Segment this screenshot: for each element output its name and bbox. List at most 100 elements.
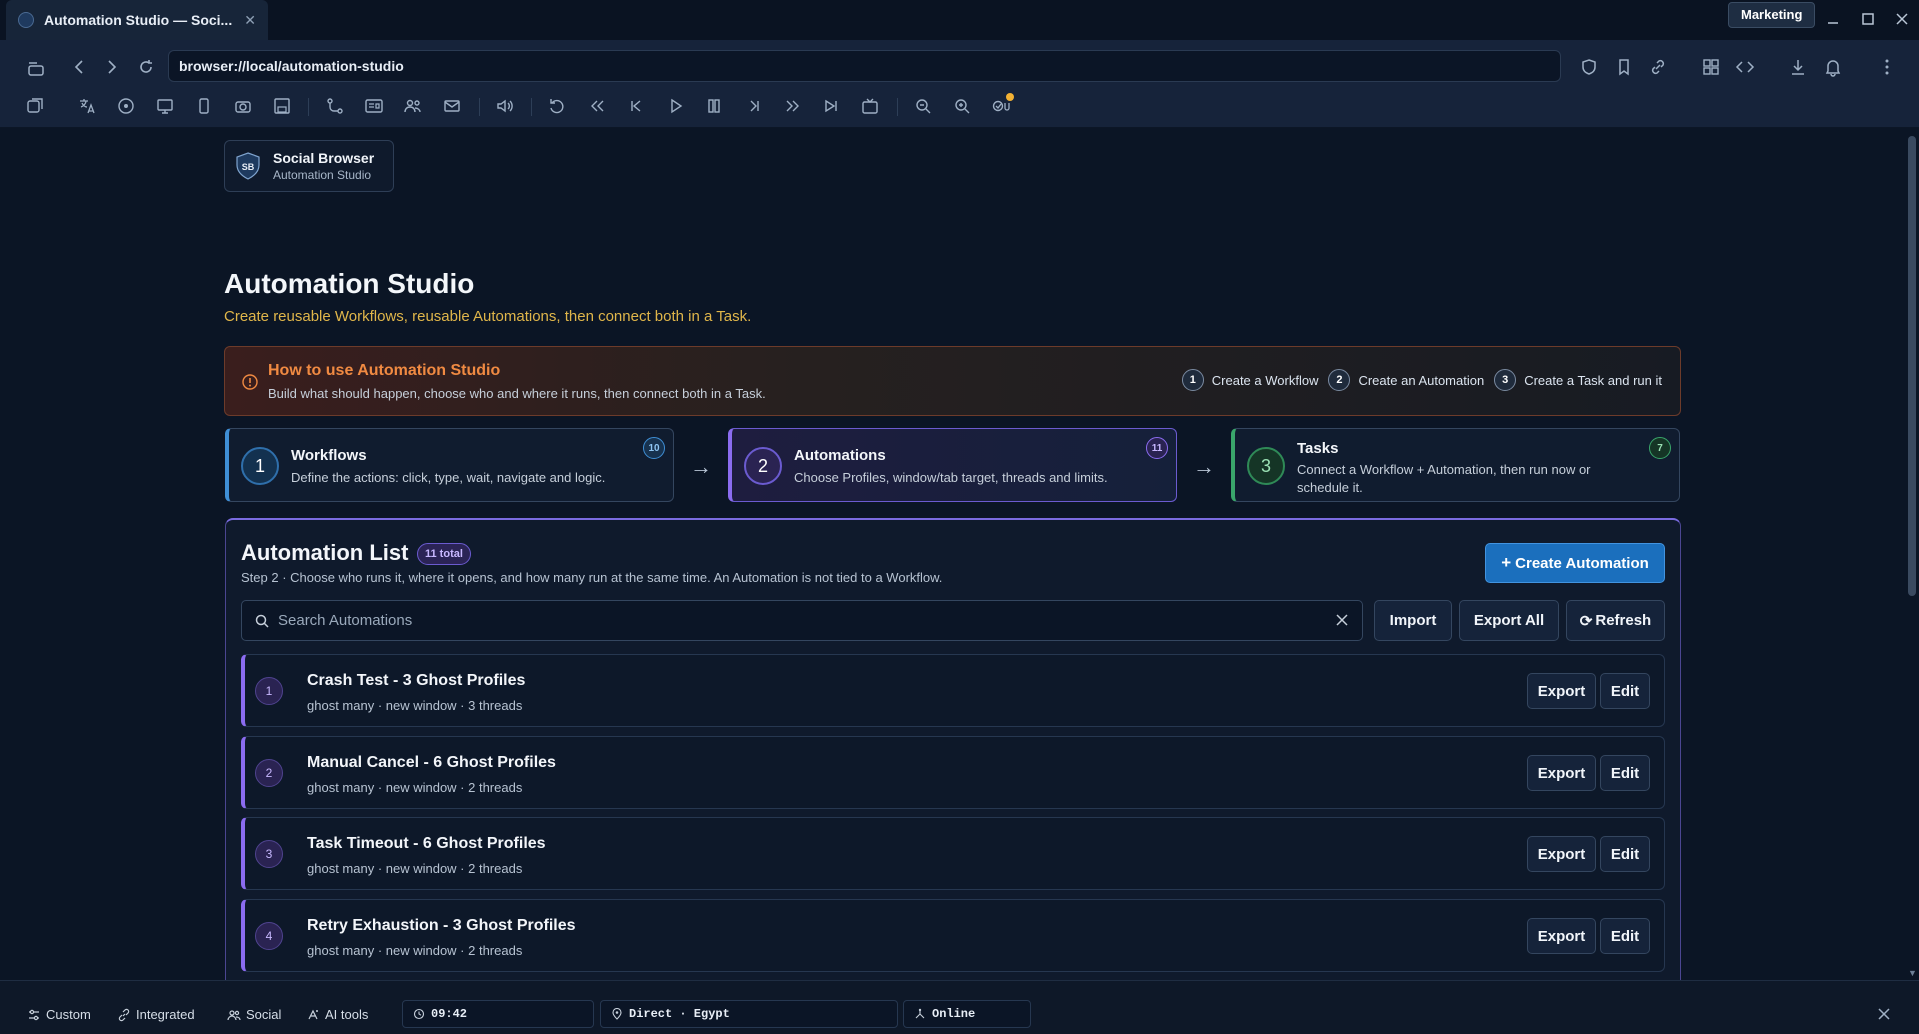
zoom-out-icon[interactable] bbox=[912, 95, 934, 117]
flow-arrow-icon: → bbox=[690, 454, 712, 479]
automation-row[interactable]: 2 Manual Cancel - 6 Ghost Profiles ghost… bbox=[241, 736, 1665, 809]
rewind-icon[interactable] bbox=[586, 95, 608, 117]
scroll-thumb[interactable] bbox=[1908, 136, 1916, 596]
howto-step: 1 Create a Workflow bbox=[1181, 369, 1318, 391]
status-social[interactable]: Social bbox=[227, 1007, 281, 1022]
edit-button[interactable]: Edit bbox=[1600, 673, 1650, 709]
page-scrollbar[interactable]: ▼ bbox=[1905, 128, 1919, 980]
minimize-icon[interactable] bbox=[1822, 8, 1844, 30]
translate-icon[interactable] bbox=[76, 95, 98, 117]
row-number: 4 bbox=[255, 922, 283, 950]
zoom-in-icon[interactable] bbox=[951, 95, 973, 117]
step-count-badge: 11 bbox=[1146, 437, 1168, 459]
shield-icon[interactable] bbox=[1578, 56, 1600, 78]
step-description: Connect a Workflow + Automation, then ru… bbox=[1297, 462, 1591, 495]
export-button[interactable]: Export bbox=[1527, 755, 1596, 791]
step-forward-icon[interactable] bbox=[743, 95, 765, 117]
edit-button[interactable]: Edit bbox=[1600, 918, 1650, 954]
edit-button[interactable]: Edit bbox=[1600, 836, 1650, 872]
step-number: 1 bbox=[241, 447, 279, 485]
desktop-icon[interactable] bbox=[154, 95, 176, 117]
brand-card[interactable]: SB Social Browser Automation Studio bbox=[224, 140, 394, 192]
status-integrated[interactable]: Integrated bbox=[117, 1007, 195, 1022]
extensions-icon[interactable] bbox=[1700, 56, 1722, 78]
step-number: 3 bbox=[1247, 447, 1285, 485]
link-icon[interactable] bbox=[1647, 56, 1669, 78]
camera-icon[interactable] bbox=[232, 95, 254, 117]
step-card-workflows[interactable]: 1 Workflows Define the actions: click, t… bbox=[225, 428, 674, 502]
mail-icon[interactable] bbox=[441, 95, 463, 117]
automation-row[interactable]: 3 Task Timeout - 6 Ghost Profiles ghost … bbox=[241, 817, 1665, 890]
code-icon[interactable] bbox=[1734, 56, 1756, 78]
edit-button[interactable]: Edit bbox=[1600, 755, 1650, 791]
notifications-icon[interactable] bbox=[1822, 56, 1844, 78]
scroll-down-icon[interactable]: ▼ bbox=[1908, 968, 1917, 978]
menu-kebab-icon[interactable] bbox=[1876, 56, 1898, 78]
maximize-icon[interactable] bbox=[1857, 8, 1879, 30]
toolbar-separator bbox=[531, 98, 532, 116]
sidebar-toggle-icon[interactable] bbox=[25, 57, 47, 79]
users-icon[interactable] bbox=[402, 95, 424, 117]
fast-forward-icon[interactable] bbox=[781, 95, 803, 117]
row-meta: ghost many · new window · 2 threads bbox=[307, 780, 523, 795]
clear-search-icon[interactable] bbox=[1334, 612, 1350, 628]
refresh-button[interactable]: ⟳ Refresh bbox=[1566, 600, 1665, 641]
status-custom[interactable]: Custom bbox=[27, 1007, 91, 1022]
status-network: Online bbox=[903, 1000, 1031, 1028]
create-automation-label: Create Automation bbox=[1515, 554, 1649, 572]
howto-step: 3 Create a Task and run it bbox=[1494, 369, 1662, 391]
close-statusbar-icon[interactable] bbox=[1876, 1006, 1892, 1022]
tv-icon[interactable] bbox=[859, 95, 881, 117]
skip-end-icon[interactable] bbox=[820, 95, 842, 117]
play-icon[interactable] bbox=[664, 95, 686, 117]
save-icon[interactable] bbox=[271, 95, 293, 117]
create-automation-button[interactable]: + Create Automation bbox=[1485, 543, 1665, 583]
reload-icon[interactable] bbox=[135, 56, 157, 78]
network-icon bbox=[915, 1008, 925, 1019]
step-card-automations[interactable]: 2 Automations Choose Profiles, window/ta… bbox=[728, 428, 1177, 502]
volume-icon[interactable] bbox=[494, 95, 516, 117]
id-card-icon[interactable] bbox=[363, 95, 385, 117]
row-title: Task Timeout - 6 Ghost Profiles bbox=[307, 835, 546, 852]
step-card-tasks[interactable]: 3 Tasks Connect a Workflow + Automation,… bbox=[1231, 428, 1680, 502]
url-bar[interactable]: browser://local/automation-studio bbox=[168, 50, 1561, 82]
status-network-value: Online bbox=[932, 1007, 976, 1021]
howto-title: How to use Automation Studio bbox=[268, 362, 501, 379]
back-icon[interactable] bbox=[69, 56, 91, 78]
search-input[interactable] bbox=[278, 601, 1318, 640]
bookmark-icon[interactable] bbox=[1613, 56, 1635, 78]
workflow-icon[interactable] bbox=[324, 95, 346, 117]
download-icon[interactable] bbox=[1787, 56, 1809, 78]
list-description: Step 2 · Choose who runs it, where it op… bbox=[241, 570, 943, 585]
profile-badge[interactable]: Marketing bbox=[1728, 2, 1816, 28]
howto-text: Build what should happen, choose who and… bbox=[268, 386, 766, 401]
mobile-icon[interactable] bbox=[193, 95, 215, 117]
undo-icon[interactable] bbox=[546, 95, 568, 117]
skip-back-icon[interactable] bbox=[625, 95, 647, 117]
export-button[interactable]: Export bbox=[1527, 673, 1596, 709]
export-all-button[interactable]: Export All bbox=[1459, 600, 1559, 641]
search-icon bbox=[255, 614, 269, 628]
forward-icon[interactable] bbox=[100, 56, 122, 78]
close-window-icon[interactable] bbox=[1891, 8, 1913, 30]
automation-list-panel: Automation List 11 total Step 2 · Choose… bbox=[225, 518, 1681, 980]
tab-close-icon[interactable]: ✕ bbox=[244, 12, 256, 29]
clock-icon bbox=[413, 1008, 425, 1020]
link-icon bbox=[118, 1008, 130, 1021]
tab-favicon-icon bbox=[18, 12, 34, 28]
automation-row[interactable]: 1 Crash Test - 3 Ghost Profiles ghost ma… bbox=[241, 654, 1665, 727]
export-button[interactable]: Export bbox=[1527, 836, 1596, 872]
row-number: 2 bbox=[255, 759, 283, 787]
toolbar-separator bbox=[308, 98, 309, 116]
browser-tab[interactable]: Automation Studio — Soci... ✕ bbox=[6, 0, 268, 40]
import-button[interactable]: Import bbox=[1374, 600, 1452, 641]
status-ai-tools[interactable]: AI tools bbox=[306, 1007, 368, 1022]
brand-logo-text: SB bbox=[242, 162, 255, 172]
export-button[interactable]: Export bbox=[1527, 918, 1596, 954]
flow-arrow-icon: → bbox=[1193, 454, 1215, 479]
total-badge: 11 total bbox=[417, 543, 471, 565]
automation-row[interactable]: 4 Retry Exhaustion - 3 Ghost Profiles gh… bbox=[241, 899, 1665, 972]
palette-icon[interactable] bbox=[115, 95, 137, 117]
tabs-icon[interactable] bbox=[24, 95, 46, 117]
pause-icon[interactable] bbox=[703, 95, 725, 117]
